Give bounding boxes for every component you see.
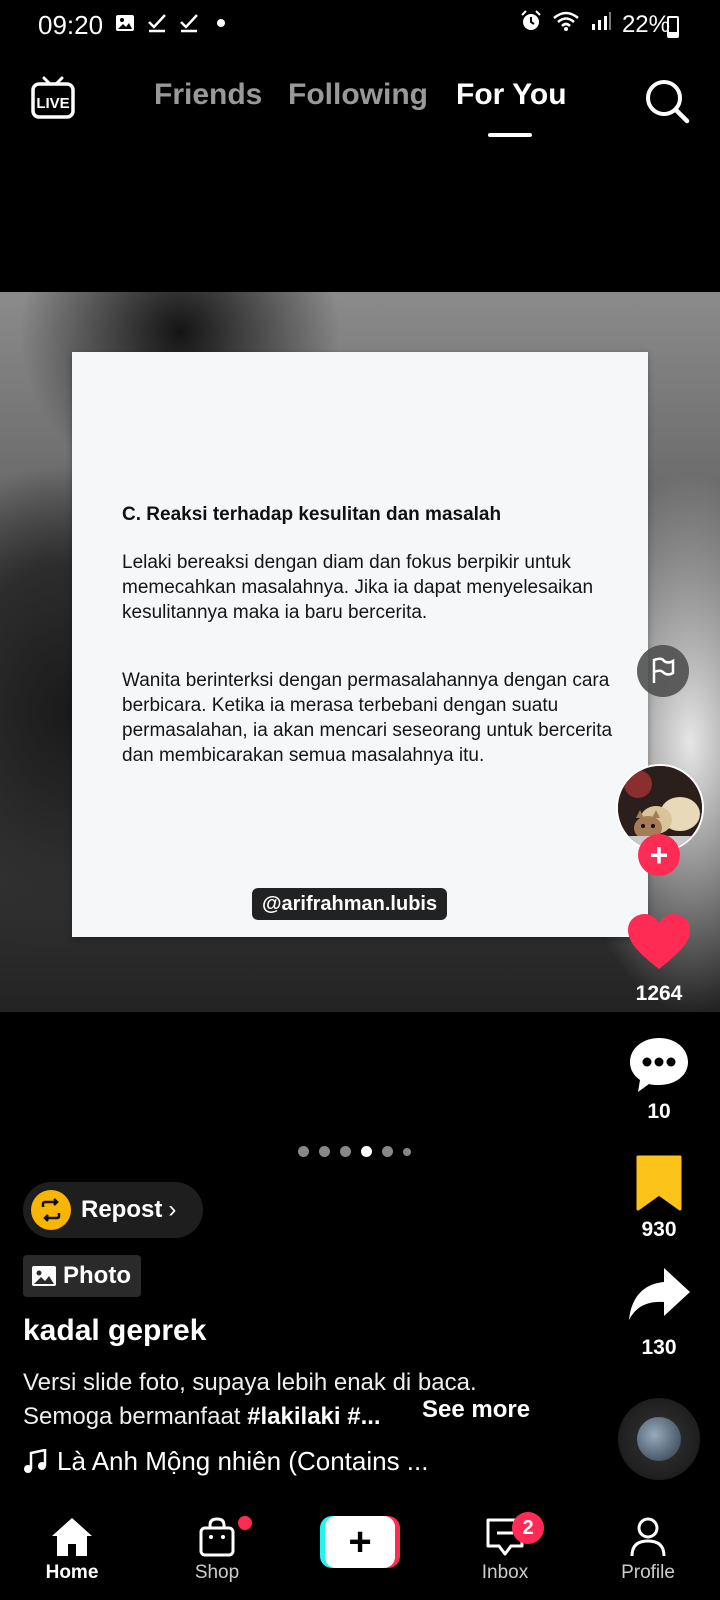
heart-icon — [628, 914, 690, 969]
music-info[interactable]: Là Anh Mộng nhiên (Contains ... — [23, 1446, 428, 1477]
wifi-icon — [552, 10, 580, 39]
nav-profile-label: Profile — [621, 1562, 675, 1583]
search-icon[interactable] — [644, 78, 690, 124]
inbox-badge: 2 — [512, 1512, 544, 1544]
share-button[interactable] — [626, 1266, 692, 1322]
nav-profile[interactable]: Profile — [598, 1514, 698, 1584]
create-plus-icon: + — [348, 1520, 372, 1564]
bookmark-icon — [636, 1155, 682, 1211]
check-icon — [178, 12, 200, 34]
repost-icon — [31, 1190, 71, 1230]
battery-icon — [667, 16, 679, 38]
sound-disc-cover — [637, 1417, 681, 1461]
alarm-icon — [520, 10, 542, 39]
pagination-dot-active — [361, 1146, 372, 1157]
post-photo[interactable]: C. Reaksi terhadap kesulitan dan masalah… — [0, 292, 720, 1012]
nav-shop-label: Shop — [194, 1562, 240, 1583]
like-button[interactable] — [626, 912, 692, 972]
nav-home-label: Home — [45, 1562, 99, 1583]
feed-tabs: Friends Following For You — [0, 78, 720, 138]
repost-button[interactable]: Repost › — [23, 1182, 203, 1238]
image-icon — [114, 12, 136, 34]
photo-badge: Photo — [23, 1255, 141, 1297]
comment-icon — [630, 1038, 688, 1092]
slide-pagination — [298, 1146, 411, 1157]
nav-home[interactable]: Home — [22, 1514, 122, 1584]
card-handle-watermark: @arifrahman.lubis — [252, 888, 448, 920]
check-icon — [146, 12, 168, 34]
create-button[interactable]: + — [320, 1516, 400, 1568]
home-icon — [22, 1514, 122, 1560]
tab-for-you[interactable]: For You — [456, 78, 567, 112]
caption-text: Semoga bermanfaat — [23, 1403, 248, 1430]
card-heading: C. Reaksi terhadap kesulitan dan masalah — [122, 504, 502, 525]
status-time: 09:20 — [38, 10, 104, 40]
quote-card: C. Reaksi terhadap kesulitan dan masalah… — [72, 352, 648, 937]
see-more-link[interactable]: See more — [422, 1396, 530, 1424]
caption-hashtags[interactable]: #lakilaki #... — [247, 1403, 380, 1430]
pagination-dot — [382, 1146, 393, 1157]
battery-level — [669, 32, 677, 36]
share-arrow-icon — [629, 1268, 690, 1320]
flag-icon — [652, 657, 675, 683]
pagination-dot — [298, 1146, 309, 1157]
photo-icon — [32, 1266, 56, 1286]
status-bar: 09:20 22% — [0, 0, 720, 52]
like-count: 1264 — [635, 982, 683, 1005]
status-system-icons: 22% — [520, 10, 670, 39]
repost-label: Repost — [81, 1196, 163, 1223]
pagination-dot — [319, 1146, 330, 1157]
status-notification-icons — [114, 12, 232, 34]
pagination-dot — [403, 1147, 411, 1156]
music-title: Là Anh Mộng nhiên (Contains ... — [57, 1446, 429, 1476]
dot-icon — [210, 12, 232, 34]
battery-text: 22% — [621, 10, 670, 38]
music-note-icon — [24, 1448, 47, 1473]
photo-badge-label: Photo — [63, 1262, 131, 1289]
caption-line: Versi slide foto, supaya lebih enak di b… — [23, 1369, 477, 1396]
comment-button[interactable] — [626, 1034, 692, 1096]
sound-disc[interactable] — [618, 1398, 700, 1480]
tab-following[interactable]: Following — [288, 78, 428, 112]
report-flag-button[interactable] — [637, 645, 689, 697]
tab-friends[interactable]: Friends — [154, 78, 262, 112]
pagination-dot — [340, 1146, 351, 1157]
profile-icon — [598, 1514, 698, 1560]
shop-notification-dot — [238, 1516, 252, 1530]
card-paragraph: Lelaki bereaksi dengan diam dan fokus be… — [122, 552, 594, 623]
shopping-bag-icon — [167, 1514, 267, 1560]
bookmark-count: 930 — [641, 1218, 677, 1241]
share-count: 130 — [641, 1336, 677, 1359]
active-tab-indicator — [488, 133, 532, 137]
bookmark-button[interactable] — [634, 1154, 684, 1212]
signal-icon — [590, 10, 612, 39]
nav-inbox-label: Inbox — [481, 1562, 529, 1583]
nav-shop[interactable]: Shop — [167, 1514, 267, 1584]
comment-count: 10 — [647, 1100, 671, 1123]
follow-button[interactable]: + — [638, 834, 680, 876]
chevron-right-icon: › — [168, 1196, 177, 1223]
card-paragraph: Wanita berinterksi dengan permasalahanny… — [122, 670, 613, 766]
author-name[interactable]: kadal geprek — [23, 1314, 206, 1348]
